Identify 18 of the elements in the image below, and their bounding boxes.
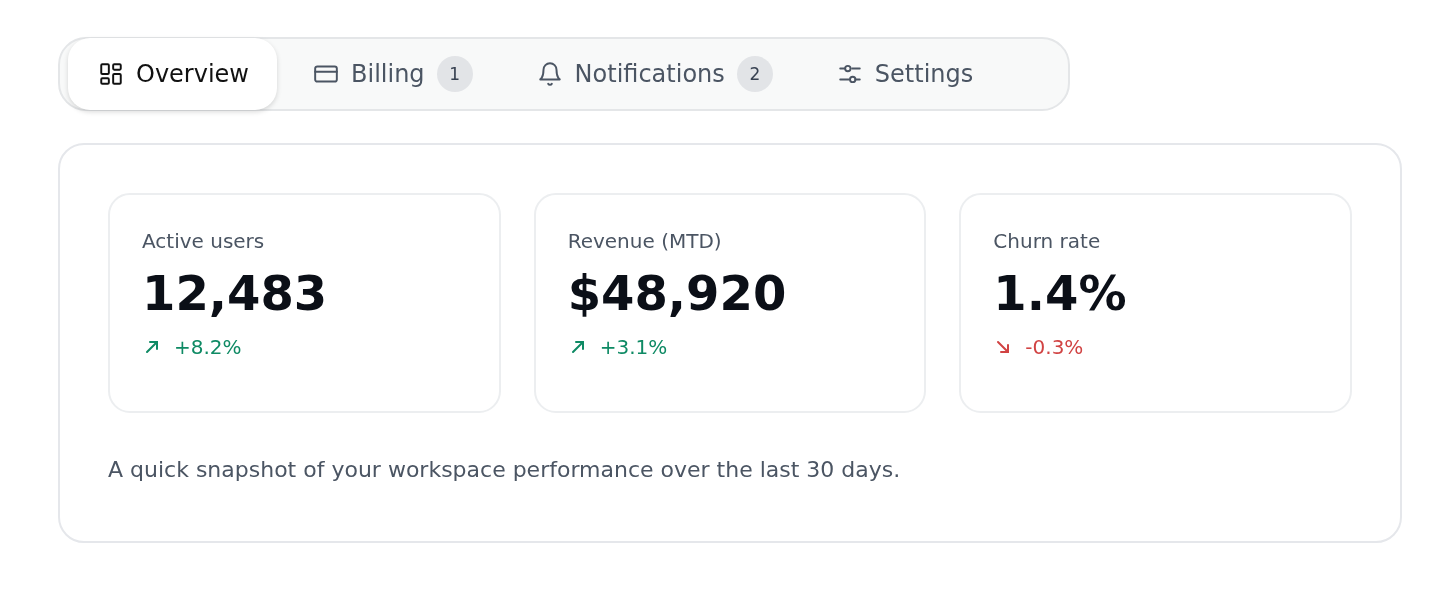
metric-value: $48,920 [567, 265, 787, 321]
tab[interactable]: Billing 1 [283, 37, 501, 111]
tab[interactable]: Overview [68, 38, 277, 110]
metric-label: Revenue (MTD) [567, 229, 722, 253]
tab[interactable]: Settings [806, 37, 1002, 111]
tab[interactable]: Notifications 2 [506, 37, 801, 111]
change-text: -0.3% [1025, 335, 1084, 359]
caption-text: A quick snapshot of your workspace performance over the last 30 days. [108, 457, 902, 482]
bell-icon [536, 61, 563, 87]
metric-value: 1.4% [993, 265, 1127, 321]
metric-value: 12,483 [142, 265, 328, 321]
metric-label: Churn rate [993, 229, 1101, 253]
change-text: +3.1% [599, 335, 668, 359]
change-text: +8.2% [174, 335, 242, 359]
count-badge: 1 [436, 56, 473, 92]
grid-icon [98, 61, 124, 87]
metric-label: Active users [142, 229, 265, 253]
count-badge: 2 [736, 56, 773, 92]
